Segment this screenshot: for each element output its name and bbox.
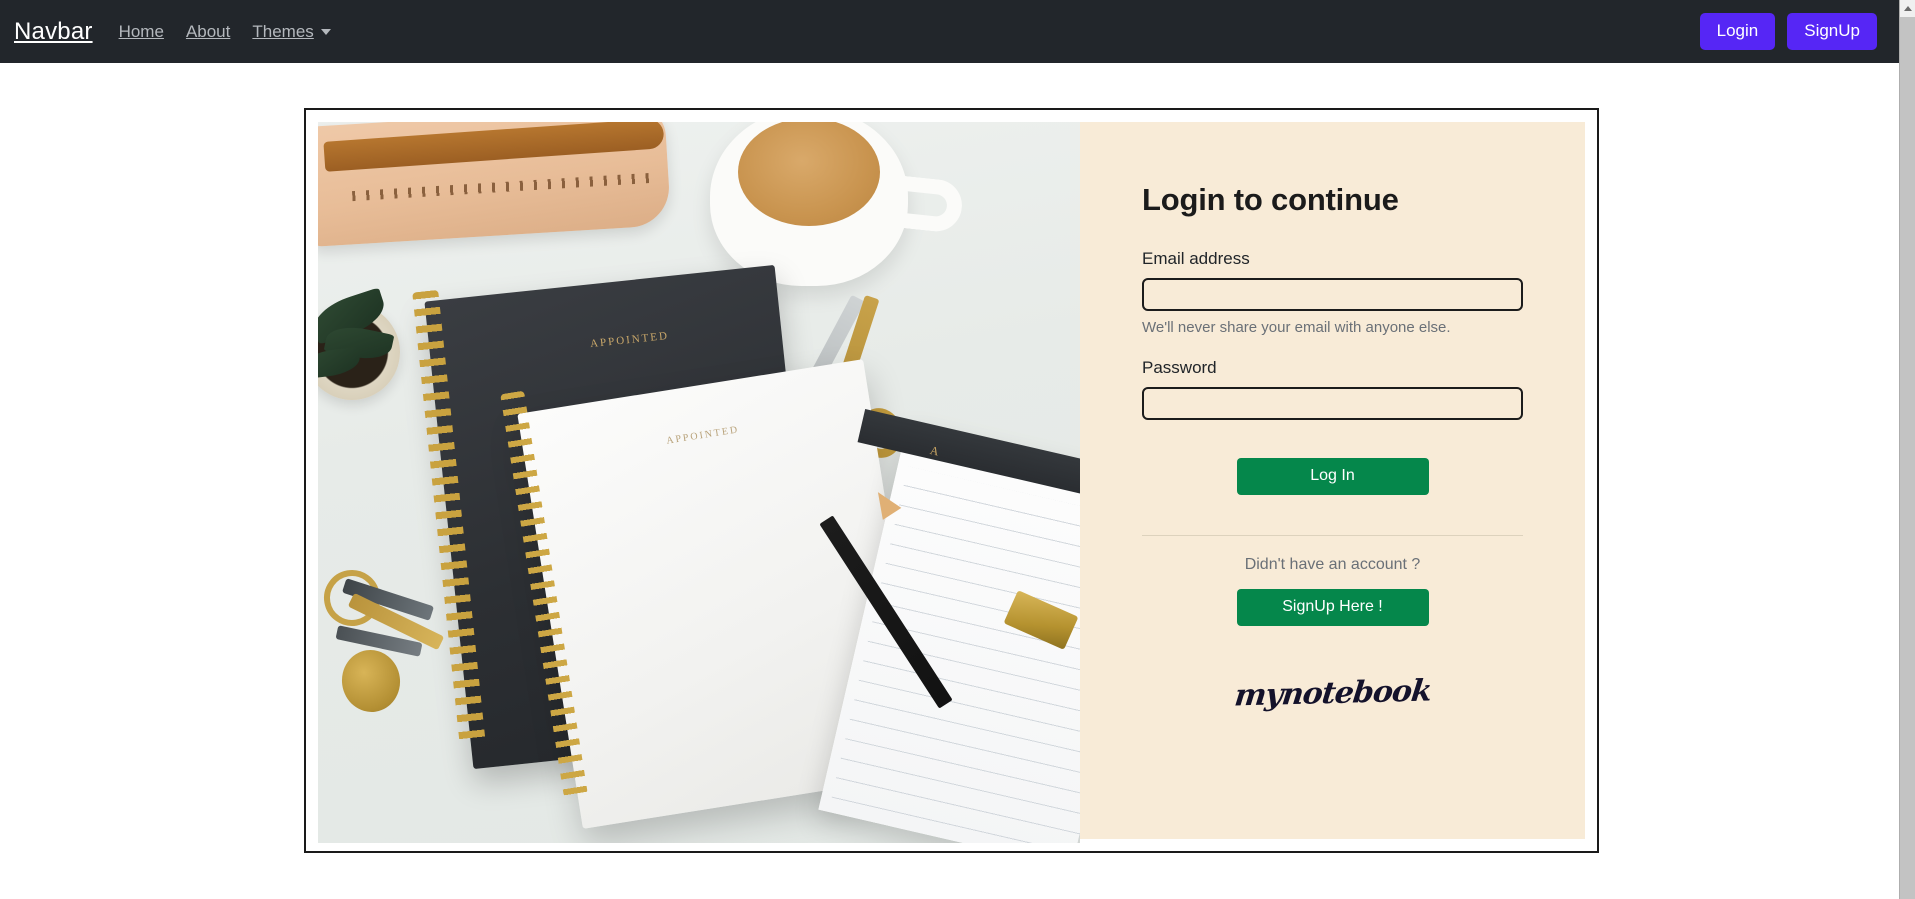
log-in-button[interactable]: Log In [1236,458,1429,495]
navbar-auth-actions: Login SignUp [1699,13,1877,50]
login-hero-image: APPOINTED APPOINTED A [318,122,1080,843]
password-field-group: Password [1142,358,1523,420]
navbar-brand[interactable]: Navbar [14,18,93,46]
nav-link-home[interactable]: Home [119,22,164,42]
navbar-links: Home About Themes [119,22,331,42]
top-navbar: Navbar Home About Themes Login SignUp [0,0,1899,63]
email-field-group: Email address We'll never share your ema… [1142,249,1523,336]
nav-link-about[interactable]: About [186,22,230,42]
nav-link-home-label: Home [118,21,164,41]
nav-link-themes-label: Themes [252,21,314,41]
email-help-text: We'll never share your email with anyone… [1142,319,1451,336]
email-label: Email address [1142,249,1250,268]
signup-here-button[interactable]: SignUp Here ! [1236,589,1429,626]
login-form-panel: Login to continue Email address We'll ne… [1080,122,1585,839]
login-card: APPOINTED APPOINTED A Login to continue … [304,108,1599,853]
brand-logo: mynotebook [1142,673,1523,714]
signup-prompt-text: Didn't have an account ? [1244,556,1421,573]
nav-link-about-label: About [185,21,231,41]
signup-button[interactable]: SignUp [1787,13,1877,50]
nav-link-themes[interactable]: Themes [252,21,331,42]
password-label: Password [1142,358,1217,377]
page-scrollbar[interactable] [1899,0,1915,899]
login-submit-wrap: Log In [1142,458,1523,495]
email-input[interactable] [1142,278,1523,311]
password-input[interactable] [1142,387,1523,420]
form-divider [1142,535,1523,536]
chevron-down-icon [320,28,331,35]
coffee-liquid [738,122,880,226]
mynotebook-logo-text: mynotebook [1232,673,1433,714]
page-title: Login to continue [1142,182,1399,217]
scroll-up-arrow-icon[interactable] [1900,0,1915,17]
login-button[interactable]: Login [1699,13,1776,50]
